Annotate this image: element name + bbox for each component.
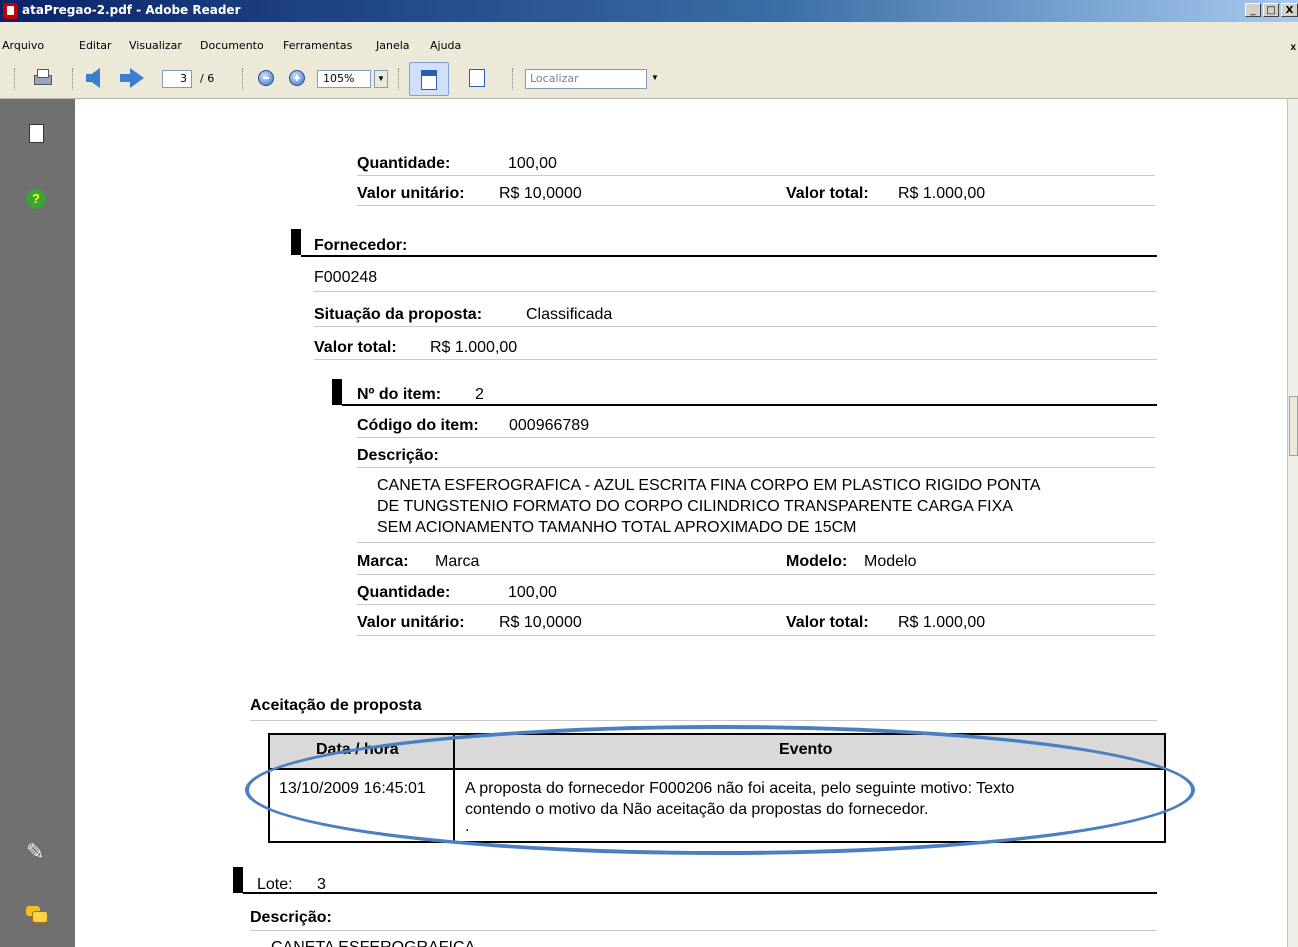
- descricao2-label: Descrição:: [250, 909, 332, 926]
- item-value: 2: [475, 386, 484, 403]
- valor-total-label: Valor total:: [786, 185, 869, 202]
- zoom-out-icon[interactable]: [258, 70, 274, 86]
- descricao-label: Descrição:: [357, 447, 439, 464]
- attachments-icon[interactable]: ✎: [26, 839, 48, 864]
- zoom-input[interactable]: 105%: [317, 70, 371, 88]
- valor-unitario2-label: Valor unitário:: [357, 614, 465, 631]
- modelo-value: Modelo: [864, 553, 917, 570]
- valor-unitario-value: R$ 10,0000: [499, 185, 582, 202]
- menu-ajuda[interactable]: Ajuda: [430, 39, 461, 52]
- valor-total-value: R$ 1.000,00: [898, 185, 986, 202]
- situacao-label: Situação da proposta:: [314, 306, 483, 323]
- scrollbar-thumb[interactable]: [1289, 396, 1298, 456]
- marca-label: Marca:: [357, 553, 409, 570]
- toolbar-grip[interactable]: [512, 68, 516, 90]
- aceitacao-title: Aceitação de proposta: [250, 697, 422, 714]
- codigo-item-value: 000966789: [509, 417, 590, 434]
- fornecedor-value: F000248: [314, 269, 378, 286]
- help-icon[interactable]: ?: [26, 189, 46, 209]
- pages-icon[interactable]: [26, 123, 48, 145]
- fit-width-icon[interactable]: [466, 67, 488, 89]
- toolbar-grip[interactable]: [72, 68, 76, 90]
- print-icon[interactable]: [31, 67, 53, 89]
- valor-unitario2-value: R$ 10,0000: [499, 614, 582, 631]
- valor-total-proposta-value: R$ 1.000,00: [430, 339, 518, 356]
- toolbar-grip[interactable]: [242, 68, 246, 90]
- modelo-label: Modelo:: [786, 553, 848, 570]
- menu-ferramentas[interactable]: Ferramentas: [283, 39, 352, 52]
- vertical-scrollbar[interactable]: [1287, 99, 1298, 947]
- quantidade-value: 100,00: [508, 155, 557, 172]
- item-label: Nº do item:: [357, 386, 442, 403]
- find-input[interactable]: Localizar: [525, 69, 647, 89]
- maximize-button[interactable]: □: [1263, 3, 1279, 17]
- marca-value: Marca: [435, 553, 480, 570]
- document-page: Quantidade: 100,00 Valor unitário: R$ 10…: [75, 99, 1287, 947]
- previous-page-icon[interactable]: [86, 68, 100, 88]
- valor-unitario-label: Valor unitário:: [357, 185, 465, 202]
- menu-bar: Arquivo Editar Visualizar Documento Ferr…: [0, 22, 1298, 59]
- quantidade2-label: Quantidade:: [357, 584, 451, 601]
- navigation-pane: ? ✎: [0, 99, 75, 947]
- close-button[interactable]: X: [1281, 3, 1298, 17]
- menu-editar[interactable]: Editar: [79, 39, 112, 52]
- adobe-reader-icon: [3, 3, 18, 19]
- quantidade2-value: 100,00: [508, 584, 557, 601]
- section-marker: [332, 379, 342, 405]
- codigo-item-label: Código do item:: [357, 417, 479, 434]
- menu-janela[interactable]: Janela: [376, 39, 410, 52]
- menu-visualizar[interactable]: Visualizar: [129, 39, 182, 52]
- fornecedor-label: Fornecedor:: [314, 237, 408, 254]
- page-number-input[interactable]: 3: [162, 70, 192, 88]
- valor-total2-label: Valor total:: [786, 614, 869, 631]
- descricao-text: CANETA ESFEROGRAFICA - AZUL ESCRITA FINA…: [377, 477, 1041, 536]
- menu-documento[interactable]: Documento: [200, 39, 264, 52]
- menu-arquivo[interactable]: Arquivo: [2, 39, 44, 52]
- comments-icon[interactable]: [26, 904, 48, 926]
- highlight-ellipse: [245, 725, 1195, 855]
- window-title: ataPregao-2.pdf - Adobe Reader: [22, 3, 241, 17]
- situacao-value: Classificada: [526, 306, 613, 323]
- quantidade-label: Quantidade:: [357, 155, 451, 172]
- valor-total2-value: R$ 1.000,00: [898, 614, 986, 631]
- next-page-icon[interactable]: [120, 68, 144, 88]
- find-dropdown-icon[interactable]: ▼: [648, 70, 662, 88]
- toolbar: 3 / 6 105% ▼ Localizar ▼: [0, 58, 1298, 99]
- document-close-icon[interactable]: x: [1290, 42, 1296, 53]
- page-total: / 6: [200, 72, 215, 85]
- minimize-button[interactable]: _: [1245, 3, 1261, 17]
- title-bar: ataPregao-2.pdf - Adobe Reader _ □ X: [0, 0, 1298, 22]
- zoom-in-icon[interactable]: [289, 70, 305, 86]
- toolbar-grip[interactable]: [398, 68, 402, 90]
- zoom-dropdown-icon[interactable]: ▼: [374, 70, 388, 88]
- toolbar-grip[interactable]: [14, 68, 18, 90]
- descricao2-text: CANETA ESFEROGRAFICA: [271, 939, 475, 947]
- fit-page-icon[interactable]: [409, 62, 449, 96]
- valor-total-proposta-label: Valor total:: [314, 339, 397, 356]
- section-marker: [291, 229, 301, 255]
- section-marker: [233, 867, 243, 893]
